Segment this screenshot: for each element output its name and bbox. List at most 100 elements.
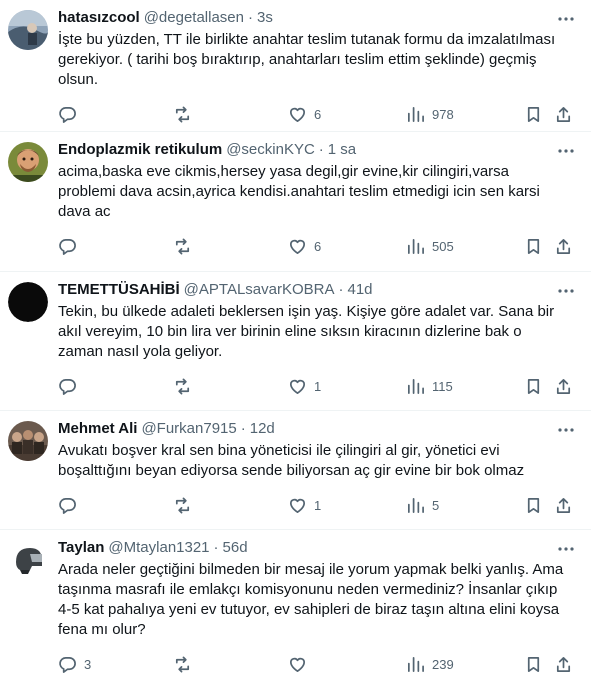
avatar[interactable] — [8, 282, 48, 322]
tweet-text: Tekin, bu ülkede adaleti beklersen işin … — [58, 303, 555, 360]
avatar[interactable] — [8, 540, 48, 580]
like-count: 1 — [314, 378, 322, 394]
more-dots-icon — [558, 428, 574, 432]
tweet-text: acima,baska eve cikmis,hersey yasa degil… — [58, 163, 540, 220]
views-chart-icon — [407, 238, 424, 254]
retweet-icon — [175, 238, 190, 254]
share-icon — [556, 378, 571, 394]
reply-button[interactable]: 3 — [58, 644, 91, 684]
views-button[interactable]: 5 — [406, 485, 439, 525]
heart-icon — [289, 107, 306, 122]
author-name[interactable]: TEMETTÜSAHİBİ — [58, 281, 180, 298]
reply-count: 3 — [84, 656, 92, 672]
bookmark-button[interactable] — [524, 485, 543, 525]
more-dots-icon — [558, 17, 574, 21]
share-icon — [556, 497, 571, 513]
reply-button[interactable] — [58, 485, 84, 525]
more-dots-icon — [558, 149, 574, 153]
like-count: 6 — [314, 106, 322, 122]
tweet-text: İşte bu yüzden, TT ile birlikte anahtar … — [58, 31, 556, 88]
reply-button[interactable] — [58, 366, 84, 406]
timestamp[interactable]: 1 sa — [328, 141, 356, 158]
action-bar: 6 978 — [58, 94, 581, 134]
heart-icon — [289, 498, 306, 513]
like-button[interactable]: 6 — [288, 94, 321, 134]
like-count: 6 — [314, 238, 322, 254]
views-button[interactable]: 978 — [406, 94, 454, 134]
views-count: 239 — [432, 656, 454, 672]
timestamp[interactable]: 56d — [223, 539, 248, 556]
timestamp[interactable]: 3s — [257, 9, 273, 26]
share-icon — [556, 238, 571, 254]
views-button[interactable]: 115 — [406, 366, 453, 406]
like-button[interactable]: 6 — [288, 226, 321, 266]
reply-icon — [59, 378, 76, 395]
bookmark-icon — [527, 378, 540, 394]
views-button[interactable]: 239 — [406, 644, 454, 684]
action-bar: 1 115 — [58, 366, 581, 406]
views-count: 5 — [432, 497, 440, 513]
retweet-button[interactable] — [173, 644, 199, 684]
tweet[interactable]: hatasızcool @degetallasen · 3s İşte bu y… — [0, 0, 591, 132]
reply-icon — [59, 656, 76, 673]
avatar[interactable] — [8, 10, 48, 50]
author-handle[interactable]: @Furkan7915 — [141, 420, 236, 437]
more-button[interactable] — [553, 140, 579, 162]
views-count: 978 — [432, 106, 454, 122]
more-dots-icon — [558, 547, 574, 551]
retweet-button[interactable] — [173, 366, 199, 406]
more-button[interactable] — [553, 280, 579, 302]
author-name[interactable]: Taylan — [58, 539, 104, 556]
reply-button[interactable] — [58, 226, 84, 266]
share-button[interactable] — [554, 94, 573, 134]
more-button[interactable] — [553, 8, 579, 30]
tweet[interactable]: Endoplazmik retikulum @seckinKYC · 1 sa … — [0, 132, 591, 272]
bookmark-icon — [527, 656, 540, 672]
timestamp[interactable]: 41d — [348, 281, 373, 298]
more-button[interactable] — [553, 538, 579, 560]
author-handle[interactable]: @seckinKYC — [226, 141, 315, 158]
share-icon — [556, 106, 571, 122]
tweet[interactable]: Taylan @Mtaylan1321 · 56d Arada neler ge… — [0, 530, 591, 689]
heart-icon — [289, 239, 306, 254]
author-handle[interactable]: @degetallasen — [144, 9, 244, 26]
like-button[interactable]: 1 — [288, 366, 321, 406]
views-count: 505 — [432, 238, 454, 254]
views-chart-icon — [407, 656, 424, 672]
more-button[interactable] — [553, 419, 579, 441]
author-handle[interactable]: @Mtaylan1321 — [108, 539, 209, 556]
bookmark-icon — [527, 238, 540, 254]
reply-feed: hatasızcool @degetallasen · 3s İşte bu y… — [0, 0, 591, 689]
share-button[interactable] — [554, 366, 573, 406]
retweet-button[interactable] — [173, 94, 199, 134]
views-button[interactable]: 505 — [406, 226, 454, 266]
views-count: 115 — [432, 378, 453, 394]
views-chart-icon — [407, 106, 424, 122]
share-icon — [556, 656, 571, 672]
bookmark-button[interactable] — [524, 226, 543, 266]
reply-button[interactable] — [58, 94, 84, 134]
author-name[interactable]: Endoplazmik retikulum — [58, 141, 222, 158]
like-count: 1 — [314, 497, 322, 513]
avatar[interactable] — [8, 421, 48, 461]
bookmark-button[interactable] — [524, 94, 543, 134]
author-handle[interactable]: @APTALsavarKOBRA — [184, 281, 335, 298]
tweet-text: Avukatı boşver kral sen bina yöneticisi … — [58, 442, 525, 479]
share-button[interactable] — [554, 226, 573, 266]
like-button[interactable]: 1 — [288, 485, 321, 525]
like-button[interactable] — [288, 644, 314, 684]
action-bar: 6 505 — [58, 226, 581, 266]
retweet-button[interactable] — [173, 226, 199, 266]
avatar[interactable] — [8, 142, 48, 182]
share-button[interactable] — [554, 644, 573, 684]
author-name[interactable]: hatasızcool — [58, 9, 140, 26]
author-name[interactable]: Mehmet Ali — [58, 420, 137, 437]
retweet-button[interactable] — [173, 485, 199, 525]
bookmark-button[interactable] — [524, 366, 543, 406]
share-button[interactable] — [554, 485, 573, 525]
timestamp[interactable]: 12d — [250, 420, 275, 437]
bookmark-button[interactable] — [524, 644, 543, 684]
heart-icon — [289, 379, 306, 394]
tweet[interactable]: TEMETTÜSAHİBİ @APTALsavarKOBRA · 41d Tek… — [0, 272, 591, 411]
tweet[interactable]: Mehmet Ali @Furkan7915 · 12d Avukatı boş… — [0, 411, 591, 530]
